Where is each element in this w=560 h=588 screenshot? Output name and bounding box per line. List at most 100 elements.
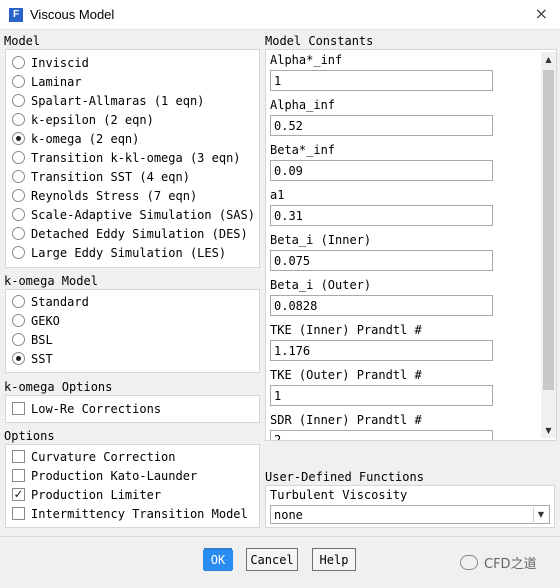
beta-i-inner-input[interactable]: 0.075 bbox=[270, 250, 493, 271]
option-label: k-omega (2 eqn) bbox=[31, 131, 140, 146]
model-option-reynolds-stress[interactable]: Reynolds Stress (7 eqn) bbox=[12, 186, 197, 205]
option-label: Standard bbox=[31, 294, 89, 309]
option-label: Low-Re Corrections bbox=[31, 401, 162, 416]
option-label: Production Kato-Launder bbox=[31, 468, 198, 483]
radio-button[interactable] bbox=[12, 94, 25, 107]
const-label: Beta_i (Outer) bbox=[270, 278, 372, 292]
scroll-up-icon[interactable]: ▲ bbox=[541, 52, 556, 67]
checkbox[interactable] bbox=[12, 450, 25, 463]
model-group: Inviscid Laminar Spalart-Allmaras (1 eqn… bbox=[5, 49, 260, 268]
model-option-les[interactable]: Large Eddy Simulation (LES) bbox=[12, 243, 226, 262]
tke-inner-prandtl-input[interactable]: 1.176 bbox=[270, 340, 493, 361]
checkbox-checked[interactable]: ✓ bbox=[12, 488, 25, 501]
options-group: Curvature Correction Production Kato-Lau… bbox=[5, 444, 260, 528]
option-label: Inviscid bbox=[31, 55, 89, 70]
production-limiter-checkbox[interactable]: ✓ Production Limiter bbox=[12, 485, 161, 504]
model-option-inviscid[interactable]: Inviscid bbox=[12, 53, 89, 72]
intermittency-transition-checkbox[interactable]: Intermittency Transition Model bbox=[12, 504, 248, 523]
radio-button[interactable] bbox=[12, 75, 25, 88]
radio-button[interactable] bbox=[12, 227, 25, 240]
option-label: Large Eddy Simulation (LES) bbox=[31, 245, 227, 260]
model-option-k-omega[interactable]: k-omega (2 eqn) bbox=[12, 129, 139, 148]
title-bar: F Viscous Model × bbox=[0, 0, 560, 30]
chevron-down-icon[interactable]: ▼ bbox=[533, 507, 548, 522]
radio-button[interactable] bbox=[12, 295, 25, 308]
radio-button-selected[interactable] bbox=[12, 132, 25, 145]
close-icon[interactable]: × bbox=[535, 4, 548, 23]
const-label: Alpha_inf bbox=[270, 98, 336, 112]
model-option-transition-k-kl-omega[interactable]: Transition k-kl-omega (3 eqn) bbox=[12, 148, 241, 167]
radio-button[interactable] bbox=[12, 208, 25, 221]
radio-button[interactable] bbox=[12, 314, 25, 327]
option-label: Transition k-kl-omega (3 eqn) bbox=[31, 150, 241, 165]
kw-option-geko[interactable]: GEKO bbox=[12, 311, 60, 330]
alpha-star-inf-input[interactable]: 1 bbox=[270, 70, 493, 91]
option-label: Transition SST (4 eqn) bbox=[31, 169, 190, 184]
option-label: Spalart-Allmaras (1 eqn) bbox=[31, 93, 205, 108]
const-label: TKE (Outer) Prandtl # bbox=[270, 368, 422, 382]
kw-option-bsl[interactable]: BSL bbox=[12, 330, 53, 349]
option-label: Detached Eddy Simulation (DES) bbox=[31, 226, 248, 241]
const-label: Alpha*_inf bbox=[270, 53, 343, 67]
model-option-spalart-allmaras[interactable]: Spalart-Allmaras (1 eqn) bbox=[12, 91, 204, 110]
radio-button[interactable] bbox=[12, 113, 25, 126]
beta-star-inf-input[interactable]: 0.09 bbox=[270, 160, 493, 181]
const-label: Beta_i (Inner) bbox=[270, 233, 372, 247]
model-option-k-epsilon[interactable]: k-epsilon (2 eqn) bbox=[12, 110, 154, 129]
radio-button-selected[interactable] bbox=[12, 352, 25, 365]
option-label: BSL bbox=[31, 332, 53, 347]
const-label: Beta*_inf bbox=[270, 143, 336, 157]
model-constants-heading: Model Constants bbox=[265, 34, 374, 48]
option-label: SST bbox=[31, 351, 53, 366]
cancel-button[interactable]: Cancel bbox=[246, 548, 298, 571]
watermark-text: CFD之道 bbox=[484, 557, 537, 572]
tke-outer-prandtl-input[interactable]: 1 bbox=[270, 385, 493, 406]
ok-button[interactable]: OK bbox=[202, 548, 234, 571]
beta-i-outer-input[interactable]: 0.0828 bbox=[270, 295, 493, 316]
a1-input[interactable]: 0.31 bbox=[270, 205, 493, 226]
turbulent-viscosity-label: Turbulent Viscosity bbox=[270, 488, 408, 502]
radio-button[interactable] bbox=[12, 151, 25, 164]
kw-options-heading: k-omega Options bbox=[4, 380, 113, 394]
option-label: Laminar bbox=[31, 74, 82, 89]
kw-model-heading: k-omega Model bbox=[4, 274, 98, 288]
turbulent-viscosity-select[interactable]: none ▼ bbox=[270, 505, 550, 524]
option-label: Reynolds Stress (7 eqn) bbox=[31, 188, 198, 203]
model-option-des[interactable]: Detached Eddy Simulation (DES) bbox=[12, 224, 248, 243]
alpha-inf-input[interactable]: 0.52 bbox=[270, 115, 493, 136]
model-option-transition-sst[interactable]: Transition SST (4 eqn) bbox=[12, 167, 190, 186]
curvature-correction-checkbox[interactable]: Curvature Correction bbox=[12, 447, 176, 466]
radio-button[interactable] bbox=[12, 170, 25, 183]
checkbox[interactable] bbox=[12, 469, 25, 482]
const-label: a1 bbox=[270, 188, 285, 202]
option-label: GEKO bbox=[31, 313, 60, 328]
kw-options-group: Low-Re Corrections bbox=[5, 395, 260, 423]
radio-button[interactable] bbox=[12, 56, 25, 69]
production-kato-launder-checkbox[interactable]: Production Kato-Launder bbox=[12, 466, 197, 485]
option-label: Intermittency Transition Model bbox=[31, 506, 248, 521]
radio-button[interactable] bbox=[12, 333, 25, 346]
select-value: none bbox=[274, 507, 303, 522]
model-option-sas[interactable]: Scale-Adaptive Simulation (SAS) bbox=[12, 205, 255, 224]
checkbox[interactable] bbox=[12, 402, 25, 415]
radio-button[interactable] bbox=[12, 246, 25, 259]
scroll-down-icon[interactable]: ▼ bbox=[541, 423, 556, 438]
constants-scrollbar[interactable]: ▲ ▼ bbox=[541, 52, 556, 438]
window-title: Viscous Model bbox=[30, 7, 115, 22]
model-heading: Model bbox=[4, 34, 41, 48]
kw-option-sst[interactable]: SST bbox=[12, 349, 53, 368]
sdr-inner-prandtl-input[interactable]: 2 bbox=[270, 430, 493, 440]
help-button[interactable]: Help bbox=[312, 548, 356, 571]
checkbox[interactable] bbox=[12, 507, 25, 520]
watermark: CFD之道 bbox=[460, 553, 537, 572]
radio-button[interactable] bbox=[12, 189, 25, 202]
option-label: k-epsilon (2 eqn) bbox=[31, 112, 154, 127]
low-re-corrections-checkbox[interactable]: Low-Re Corrections bbox=[12, 399, 161, 418]
options-heading: Options bbox=[4, 429, 55, 443]
scrollbar-thumb[interactable] bbox=[543, 70, 554, 390]
model-option-laminar[interactable]: Laminar bbox=[12, 72, 82, 91]
option-label: Curvature Correction bbox=[31, 449, 176, 464]
kw-option-standard[interactable]: Standard bbox=[12, 292, 89, 311]
kw-model-group: Standard GEKO BSL SST bbox=[5, 289, 260, 373]
const-label: TKE (Inner) Prandtl # bbox=[270, 323, 422, 337]
